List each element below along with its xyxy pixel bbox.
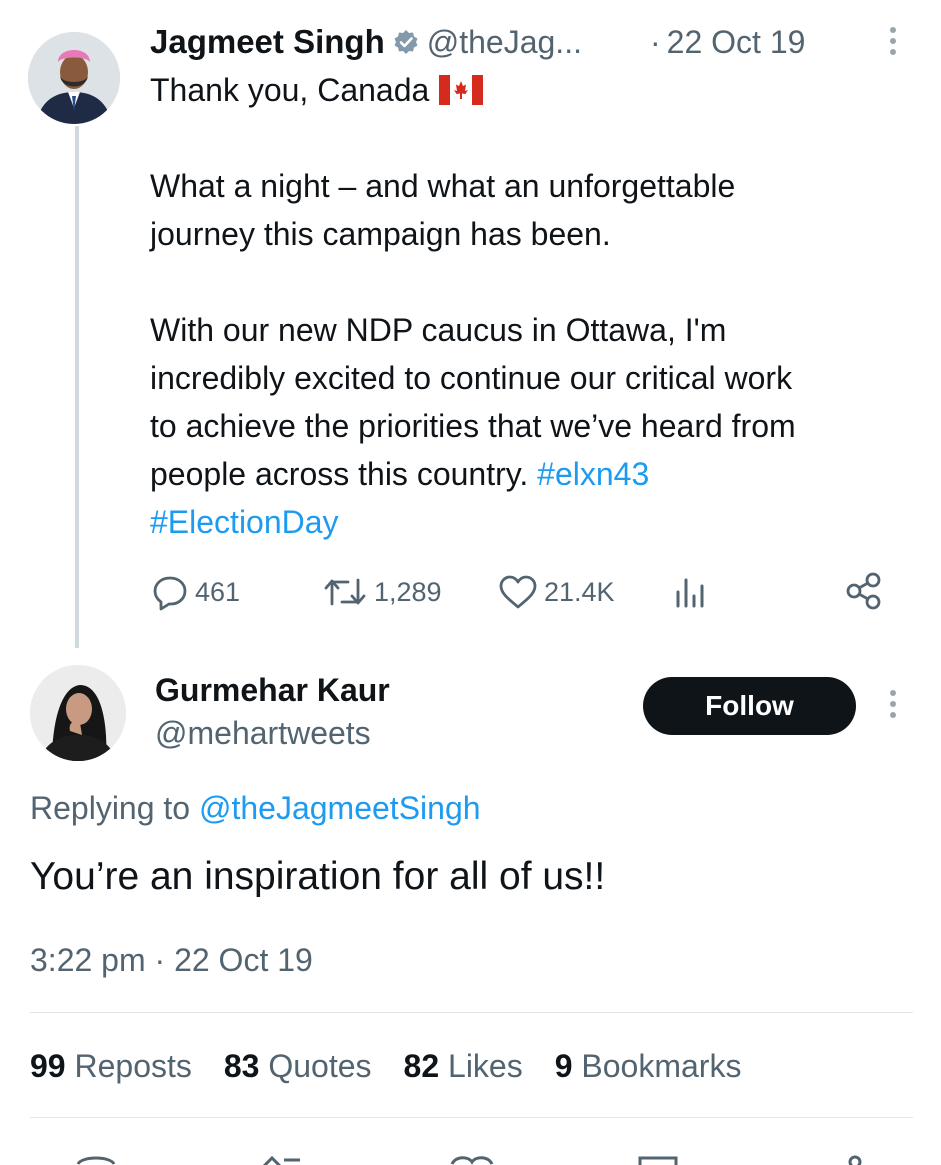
- views-button[interactable]: [673, 574, 711, 615]
- paragraph-2-line-4: people across this country. #elxn43: [150, 450, 796, 498]
- divider-bottom: [30, 1117, 913, 1118]
- first-line-text: Thank you, Canada: [150, 72, 430, 108]
- author-avatar[interactable]: [28, 32, 120, 124]
- share-icon: [846, 572, 881, 610]
- thread-connector-line: [75, 126, 79, 648]
- divider-top: [30, 1012, 913, 1013]
- paragraph-2-line-1: With our new NDP caucus in Ottawa, I'm: [150, 312, 727, 348]
- heart-icon: [499, 575, 537, 609]
- date-separator: ·: [650, 23, 661, 60]
- bookmarks-stat-label: Bookmarks: [581, 1048, 742, 1084]
- hashtag-electionday[interactable]: #ElectionDay: [150, 498, 796, 546]
- author-name[interactable]: Jagmeet Singh: [150, 23, 385, 61]
- follow-button[interactable]: Follow: [643, 677, 856, 735]
- bottom-actions-partial-icons: [76, 1155, 862, 1165]
- hashtag-elxn43[interactable]: #elxn43: [537, 456, 649, 492]
- paragraph-2-line-2: incredibly excited to continue our criti…: [150, 360, 793, 396]
- reply-icon: [153, 576, 187, 611]
- likes-stat-num: 82: [403, 1048, 440, 1084]
- reply-author-name[interactable]: Gurmehar Kaur: [155, 672, 390, 709]
- tweet-first-line: Thank you, Canada: [150, 66, 484, 114]
- bookmarks-stat-num: 9: [554, 1048, 573, 1084]
- reposts-stat-num: 99: [30, 1048, 66, 1084]
- replying-to-label: Replying to: [30, 790, 191, 826]
- like-button[interactable]: 21.4K: [498, 572, 615, 612]
- quotes-stat[interactable]: 83 Quotes: [224, 1048, 372, 1085]
- quotes-stat-num: 83: [223, 1048, 260, 1084]
- paragraph-1-line-1: What a night – and what an unforgettable: [150, 168, 736, 204]
- reply-separator: ·: [154, 942, 166, 978]
- share-button[interactable]: [843, 570, 885, 617]
- tweet-paragraph-1: What a night – and what an unforgettable…: [150, 162, 735, 258]
- repost-icon: [324, 578, 366, 606]
- date-text: 22 Oct 19: [666, 23, 806, 60]
- paragraph-2-line-4-text: people across this country.: [150, 456, 529, 492]
- views-bar-chart-icon: [676, 578, 704, 608]
- reply-author-handle[interactable]: @mehartweets: [155, 715, 371, 752]
- reply-button[interactable]: 461: [151, 572, 240, 612]
- likes-stat[interactable]: 82 Likes: [404, 1048, 523, 1085]
- replies-count: 461: [195, 576, 241, 607]
- tweet-paragraph-2: With our new NDP caucus in Ottawa, I'm i…: [150, 306, 796, 546]
- author-header: Jagmeet Singh @theJag...: [150, 22, 582, 62]
- bottom-action-bar: [0, 1150, 941, 1165]
- likes-stat-label: Likes: [448, 1048, 523, 1084]
- paragraph-1-line-2: journey this campaign has been.: [150, 216, 611, 252]
- reply-timestamp[interactable]: 3:22 pm · 22 Oct 19: [30, 942, 313, 979]
- reposts-count: 1,289: [374, 576, 442, 607]
- reply-more-vertical-icon[interactable]: [890, 690, 896, 718]
- author-handle[interactable]: @theJag...: [427, 24, 582, 61]
- avatar-portrait-icon: [30, 665, 126, 761]
- reply-time: 3:22 pm: [30, 942, 146, 978]
- reposts-stat-label: Reposts: [74, 1048, 192, 1084]
- verified-badge-icon: [393, 29, 419, 55]
- reply-author-avatar[interactable]: [30, 665, 126, 761]
- engagement-stats: 99 Reposts 83 Quotes 82 Likes 9 Bookmark…: [30, 1048, 741, 1085]
- reposts-stat[interactable]: 99 Reposts: [30, 1048, 192, 1085]
- bookmarks-stat[interactable]: 9 Bookmarks: [555, 1048, 742, 1085]
- more-vertical-icon[interactable]: [890, 27, 896, 55]
- likes-count: 21.4K: [544, 576, 615, 607]
- replying-to: Replying to @theJagmeetSingh: [30, 790, 481, 827]
- tweet-date[interactable]: · 22 Oct 19: [650, 22, 805, 62]
- avatar-portrait-icon: [28, 32, 120, 124]
- reply-text: You’re an inspiration for all of us!!: [30, 855, 606, 898]
- canada-flag-icon: [439, 75, 484, 105]
- replying-to-handle[interactable]: @theJagmeetSingh: [199, 790, 481, 826]
- paragraph-2-line-3: to achieve the priorities that we’ve hea…: [150, 408, 796, 444]
- quotes-stat-label: Quotes: [268, 1048, 372, 1084]
- reply-date: 22 Oct 19: [174, 942, 313, 978]
- repost-button[interactable]: 1,289: [322, 572, 442, 612]
